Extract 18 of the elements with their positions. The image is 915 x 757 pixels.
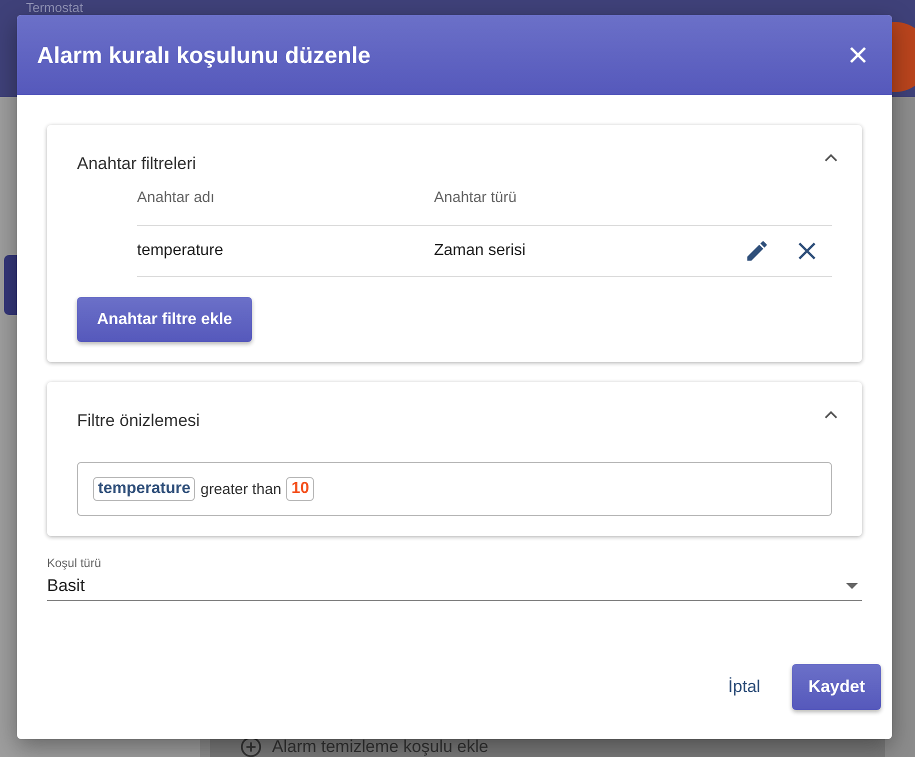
column-header: Anahtar adı <box>137 189 216 208</box>
add-key-filter-button[interactable]: Anahtar filtre ekle <box>77 297 252 342</box>
column-header: Anahtar türü <box>434 189 518 208</box>
select-value: Basit <box>47 576 85 596</box>
card-title: Anahtar filtreleri <box>77 154 196 174</box>
condition-type-select[interactable]: Koşul türü Basit <box>47 556 862 601</box>
page-title: Termostat <box>26 0 84 15</box>
dropdown-caret-icon <box>846 583 858 589</box>
field-label: Koşul türü <box>47 556 102 570</box>
dialog-title: Alarm kuralı koşulunu düzenle <box>37 42 371 68</box>
cancel-button[interactable]: İptal <box>728 669 760 705</box>
operator-text: greater than <box>200 480 282 498</box>
card-title: Filtre önizlemesi <box>77 411 200 431</box>
save-button[interactable]: Kaydet <box>792 664 881 710</box>
table-cell-text: temperature <box>137 242 224 260</box>
table-cell-text: Zaman serisi <box>434 242 527 260</box>
filter-chip: 10 <box>286 477 314 501</box>
filter-chip: temperature <box>93 477 196 501</box>
